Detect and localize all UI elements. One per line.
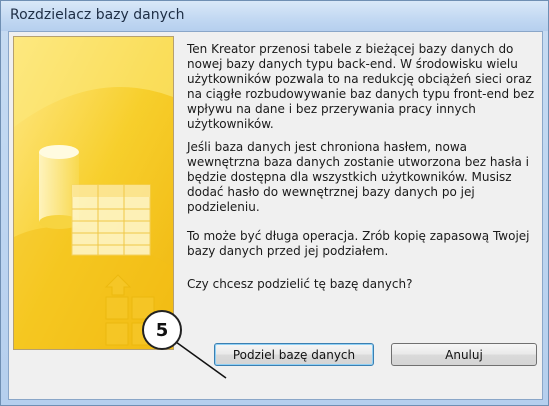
title-bar[interactable]: Rozdzielacz bazy danych: [1, 1, 548, 31]
description-paragraph-2: Jeśli baza danych jest chroniona hasłem,…: [187, 140, 529, 214]
description-paragraph-3: To może być długa operacja. Zrób kopię z…: [187, 229, 530, 258]
confirmation-question: Czy chcesz podzielić tę bazę danych?: [187, 277, 413, 291]
wizard-illustration: [13, 36, 174, 350]
wizard-description: Ten Kreator przenosi tabele z bieżącej b…: [187, 42, 537, 306]
window-title: Rozdzielacz bazy danych: [10, 7, 185, 23]
database-table-icon: [14, 37, 173, 349]
cancel-button[interactable]: Anuluj: [391, 343, 537, 366]
step-callout-badge: 5: [142, 310, 182, 350]
split-database-button[interactable]: Podziel bazę danych: [214, 343, 374, 366]
description-paragraph-1: Ten Kreator przenosi tabele z bieżącej b…: [187, 42, 535, 131]
dialog-window: Rozdzielacz bazy danych Ten Kreator prze…: [0, 0, 549, 406]
